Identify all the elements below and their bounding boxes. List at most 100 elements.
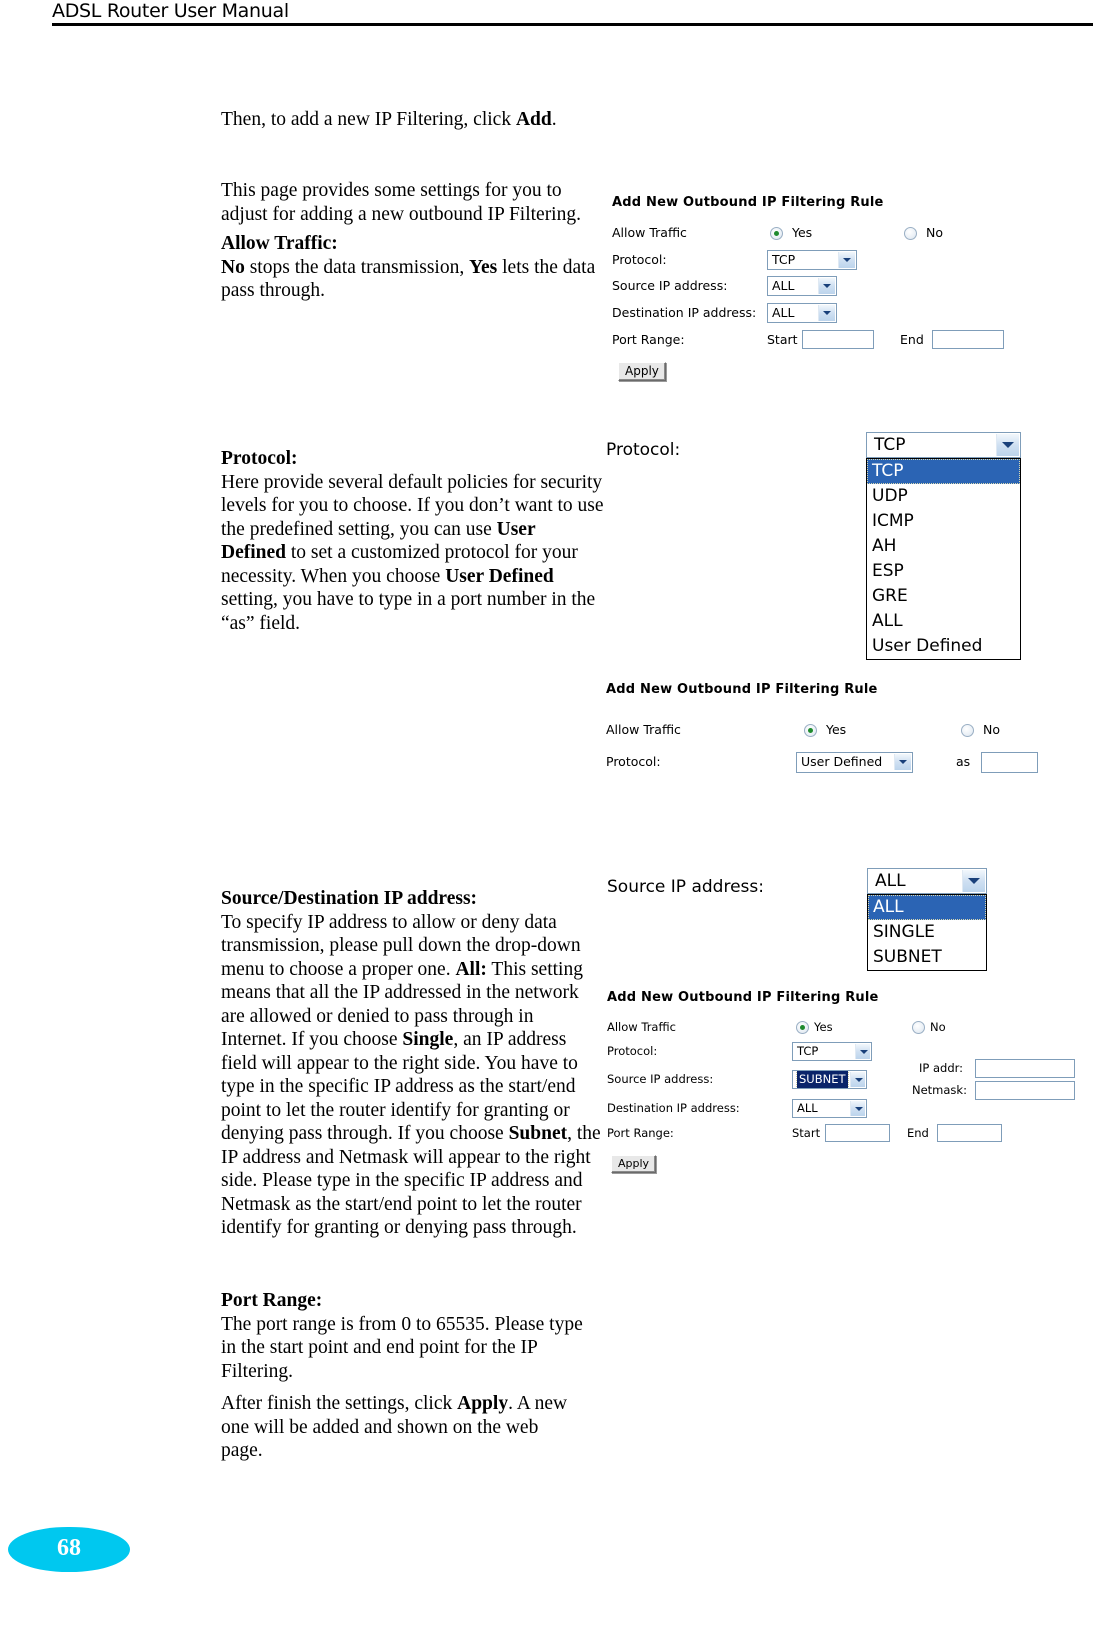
form1-allow-traffic-no-radio[interactable] (904, 227, 917, 240)
source-ip-option-single[interactable]: SINGLE (868, 920, 986, 945)
protocol-dropdown-select[interactable]: TCP (866, 432, 1021, 458)
allow-traffic-text-1: stops the data transmission, (244, 256, 470, 278)
form3-protocol-select[interactable]: TCP (792, 1042, 872, 1061)
chevron-down-icon[interactable] (850, 1072, 865, 1087)
form3-dest-value: ALL (797, 1101, 818, 1115)
form2-as-label: as (956, 754, 971, 769)
form1-start-input[interactable] (802, 330, 874, 349)
form3-apply-button[interactable]: Apply (611, 1155, 657, 1173)
form1-protocol-value: TCP (772, 252, 796, 267)
form1-dest-label: Destination IP address: (612, 305, 757, 320)
source-ip-dropdown-select[interactable]: ALL (867, 868, 987, 894)
allow-traffic-heading: Allow Traffic: (221, 233, 338, 254)
protocol-dropdown-widget: Protocol: TCP TCP UDP ICMP AH ESP GRE AL… (606, 432, 1026, 662)
source-ip-dropdown-selected: ALL (875, 871, 906, 891)
form1-end-label: End (900, 332, 924, 347)
srcdest-bold-subnet: Subnet (508, 1123, 568, 1144)
protocol-dropdown-listbox[interactable]: TCP UDP ICMP AH ESP GRE ALL User Defined (866, 458, 1021, 660)
form1-allow-traffic-label: Allow Traffic (612, 225, 687, 240)
form3-title: Add New Outbound IP Filtering Rule (607, 990, 879, 1005)
chevron-down-icon[interactable] (996, 434, 1019, 456)
form2-no-label[interactable]: No (983, 722, 1000, 737)
form3-ip-addr-input[interactable] (975, 1059, 1075, 1078)
form3-dest-select[interactable]: ALL (792, 1099, 867, 1118)
protocol-option-user-defined[interactable]: User Defined (867, 634, 1020, 659)
form3-ip-addr-label: IP addr: (919, 1061, 964, 1075)
form3-start-input[interactable] (825, 1124, 890, 1142)
protocol-option-esp[interactable]: ESP (867, 559, 1020, 584)
form3-netmask-input[interactable] (975, 1081, 1075, 1100)
form-add-outbound-rule-3: Add New Outbound IP Filtering Rule Allow… (607, 990, 1075, 1180)
form1-dest-value: ALL (772, 305, 795, 320)
form1-end-input[interactable] (932, 330, 1004, 349)
form1-dest-select[interactable]: ALL (767, 303, 837, 323)
after-text-1: After finish the settings, click (221, 1393, 458, 1414)
form-add-outbound-rule-1: Add New Outbound IP Filtering Rule Allow… (612, 195, 1012, 385)
protocol-option-icmp[interactable]: ICMP (867, 509, 1020, 534)
source-ip-option-subnet[interactable]: SUBNET (868, 945, 986, 970)
protocol-option-ah[interactable]: AH (867, 534, 1020, 559)
paragraph-intro: Then, to add a new IP Filtering, click A… (221, 108, 601, 132)
page-title: ADSL Router User Manual (52, 0, 289, 22)
protocol-option-tcp[interactable]: TCP (867, 459, 1020, 484)
form1-no-label[interactable]: No (926, 225, 943, 240)
srcdest-bold-all: All: (455, 958, 487, 980)
form2-yes-label[interactable]: Yes (826, 722, 846, 737)
form3-end-input[interactable] (937, 1124, 1002, 1142)
form3-no-label[interactable]: No (930, 1020, 946, 1034)
protocol-option-gre[interactable]: GRE (867, 584, 1020, 609)
form3-yes-label[interactable]: Yes (814, 1020, 833, 1034)
port-range-heading: Port Range: (221, 1290, 323, 1311)
form3-port-range-label: Port Range: (607, 1126, 674, 1140)
protocol-heading: Protocol: (221, 448, 298, 469)
protocol-text-1: Here provide several default policies fo… (221, 471, 604, 540)
chevron-down-icon[interactable] (962, 870, 985, 892)
form3-dest-label: Destination IP address: (607, 1101, 740, 1115)
chevron-down-icon[interactable] (818, 305, 835, 321)
form2-allow-traffic-label: Allow Traffic (606, 722, 681, 737)
intro-text: Then, to add a new IP Filtering, click (221, 109, 516, 130)
form1-protocol-select[interactable]: TCP (767, 250, 857, 270)
chevron-down-icon[interactable] (855, 1044, 870, 1059)
form2-allow-traffic-no-radio[interactable] (961, 724, 974, 737)
protocol-option-udp[interactable]: UDP (867, 484, 1020, 509)
chevron-down-icon[interactable] (850, 1101, 865, 1116)
source-ip-option-all[interactable]: ALL (868, 895, 986, 920)
chevron-down-icon[interactable] (838, 252, 855, 268)
form1-source-select[interactable]: ALL (767, 276, 837, 296)
form3-protocol-label: Protocol: (607, 1044, 658, 1058)
form3-source-select[interactable]: SUBNET (792, 1070, 867, 1089)
protocol-text-3: setting, you have to type in a port numb… (221, 589, 596, 634)
form3-end-label: End (907, 1126, 929, 1140)
form1-source-label: Source IP address: (612, 278, 728, 293)
paragraph-protocol: Protocol: Here provide several default po… (221, 447, 604, 635)
header-divider (52, 23, 1093, 26)
chevron-down-icon[interactable] (894, 754, 911, 770)
source-ip-dropdown-listbox[interactable]: ALL SINGLE SUBNET (867, 894, 987, 971)
chevron-down-icon[interactable] (818, 278, 835, 294)
paragraph-page-description: This page provides some settings for you… (221, 180, 581, 225)
intro-tail: . (551, 109, 557, 130)
form3-allow-traffic-no-radio[interactable] (912, 1021, 925, 1034)
allow-traffic-bold-no: No (221, 256, 245, 278)
form3-allow-traffic-yes-radio[interactable] (796, 1021, 809, 1034)
source-ip-dropdown-label: Source IP address: (607, 877, 764, 897)
paragraph-allow-traffic: Allow Traffic: No stops the data transmis… (221, 232, 601, 303)
allow-traffic-bold-yes: Yes (469, 256, 498, 278)
form-add-outbound-rule-2: Add New Outbound IP Filtering Rule Allow… (606, 682, 1046, 782)
form2-allow-traffic-yes-radio[interactable] (804, 724, 817, 737)
port-range-text: The port range is from 0 to 65535. Pleas… (221, 1313, 583, 1382)
paragraph-source-destination: Source/Destination IP address: To specify… (221, 887, 601, 1240)
protocol-option-all[interactable]: ALL (867, 609, 1020, 634)
form2-protocol-select[interactable]: User Defined (796, 752, 913, 773)
protocol-dropdown-label: Protocol: (606, 440, 681, 460)
form1-protocol-label: Protocol: (612, 252, 667, 267)
form1-allow-traffic-yes-radio[interactable] (770, 227, 783, 240)
intro-bold-add: Add (515, 109, 552, 130)
form2-protocol-label: Protocol: (606, 754, 661, 769)
form2-as-input[interactable] (981, 752, 1038, 773)
form2-title: Add New Outbound IP Filtering Rule (606, 682, 878, 697)
form1-apply-button[interactable]: Apply (618, 362, 666, 381)
page-number-badge: 68 (8, 1527, 130, 1572)
form1-yes-label[interactable]: Yes (792, 225, 812, 240)
